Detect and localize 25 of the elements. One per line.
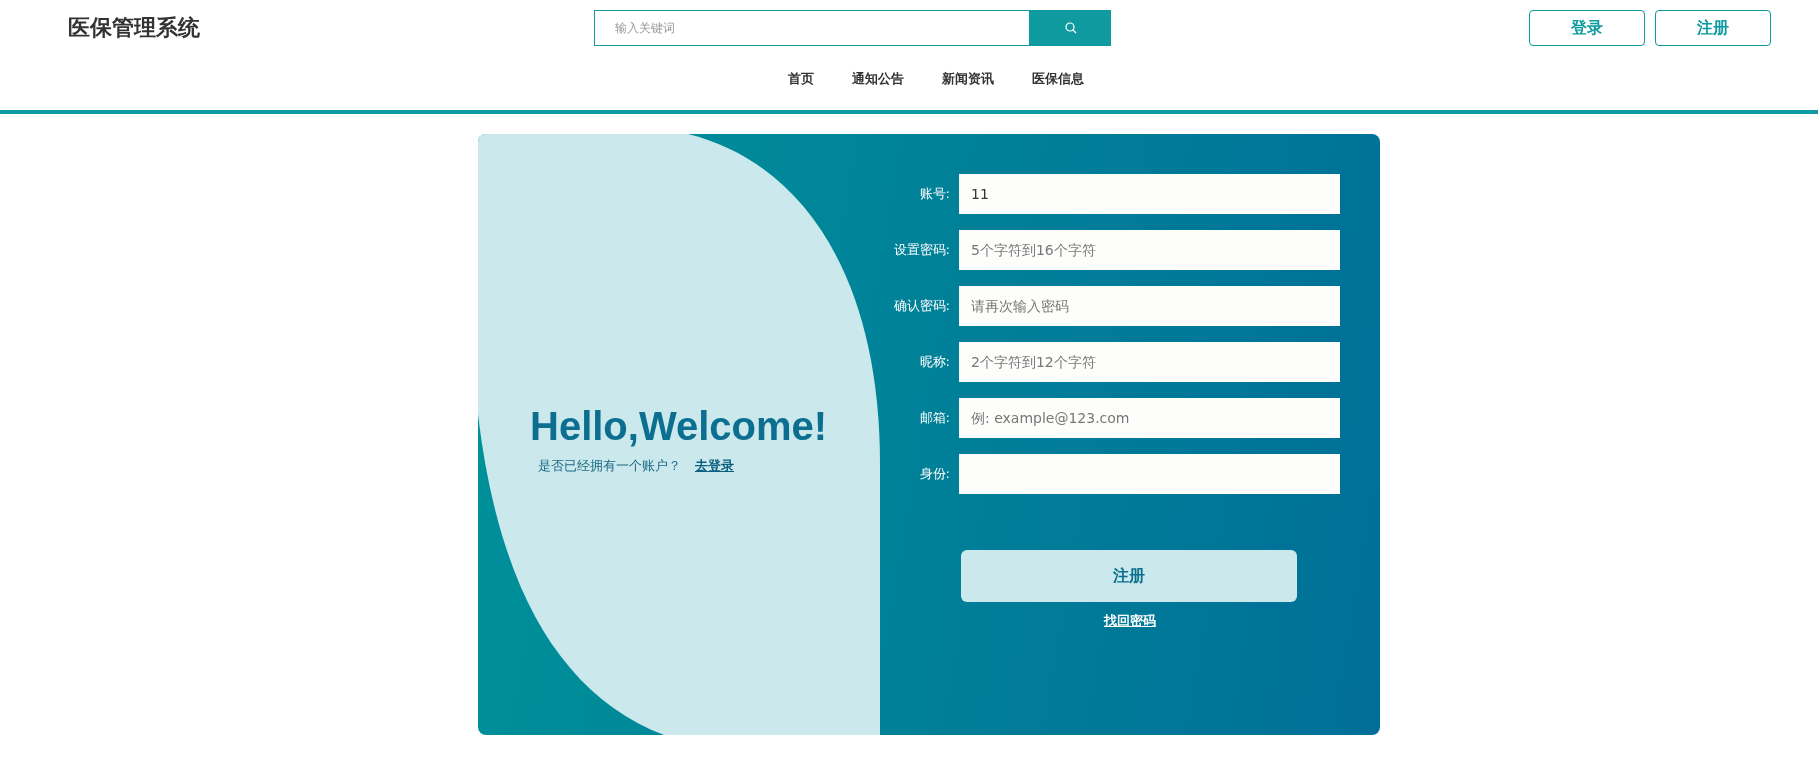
input-field[interactable]: 5个字符到16个字符 <box>959 230 1340 270</box>
input-field[interactable]: 11 <box>959 174 1340 214</box>
search-icon <box>1064 22 1077 34</box>
welcome-heading: Hello,Welcome! <box>530 404 829 449</box>
field-label: 设置密码: <box>892 241 950 259</box>
input-field[interactable]: 请再次输入密码 <box>959 286 1340 326</box>
search-field[interactable]: 输入关键词 <box>594 10 1030 46</box>
register-button[interactable]: 注册 <box>961 550 1297 602</box>
account-prompt: 是否已经拥有一个账户？ <box>538 457 681 475</box>
search-button[interactable] <box>1030 10 1111 46</box>
field-label: 账号: <box>918 185 950 203</box>
input-field[interactable] <box>959 454 1340 494</box>
field-label: 昵称: <box>918 353 950 371</box>
nav-link[interactable]: 医保信息 <box>1032 70 1084 88</box>
field-label: 身份: <box>918 465 950 483</box>
field-label: 邮箱: <box>918 409 950 427</box>
recover-password-link[interactable]: 找回密码 <box>1104 612 1156 630</box>
nav-link[interactable]: 新闻资讯 <box>942 70 994 88</box>
field-label: 确认密码: <box>892 297 950 315</box>
nav-link[interactable]: 首页 <box>788 70 814 88</box>
nav-link[interactable]: 通知公告 <box>852 70 904 88</box>
site-title: 医保管理系统 <box>68 14 201 42</box>
input-field[interactable]: 2个字符到12个字符 <box>959 342 1340 382</box>
input-field[interactable]: 例: example@123.com <box>959 398 1340 438</box>
login-link[interactable]: 去登录 <box>695 457 734 475</box>
